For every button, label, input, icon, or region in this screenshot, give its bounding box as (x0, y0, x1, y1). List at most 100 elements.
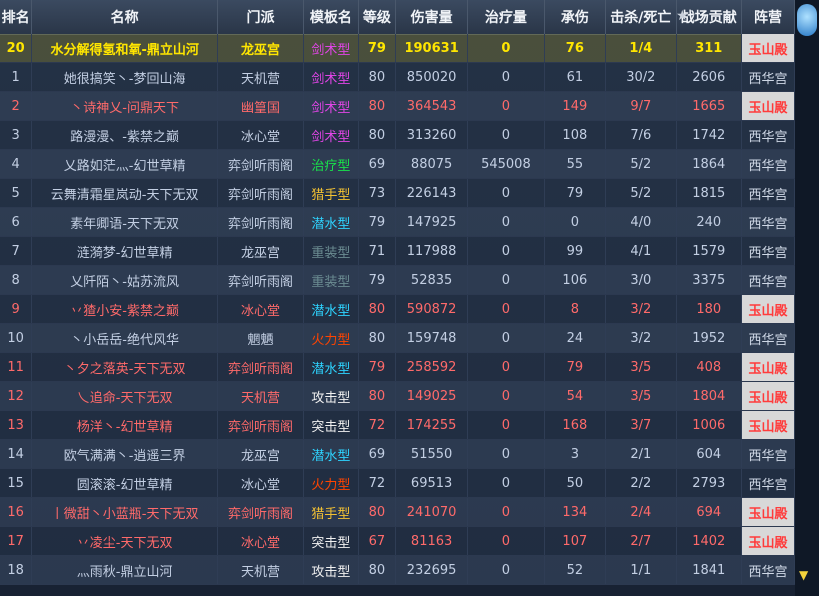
cell-heal: 0 (468, 63, 545, 91)
cell-heal: 0 (468, 353, 545, 381)
cell-heal: 0 (468, 527, 545, 555)
cell-template: 猎手型 (304, 179, 359, 207)
header-tank[interactable]: 承伤 (545, 0, 607, 34)
cell-heal: 0 (468, 440, 545, 468)
cell-heal: 0 (468, 556, 545, 584)
cell-damage: 52835 (396, 266, 469, 294)
cell-name: 欧气满满丶-逍遥三界 (32, 440, 218, 468)
cell-rank: 14 (0, 440, 33, 468)
cell-damage: 190631 (396, 34, 469, 62)
table-row[interactable]: 8 乂阡陌丶-姑苏流风 弈剑听雨阁 重装型 79 52835 0 106 3/0 3375 西华宫 (0, 266, 795, 295)
cell-contribution: 1815 (677, 179, 743, 207)
cell-camp: 西华宫 (742, 179, 795, 207)
cell-template: 治疗型 (304, 150, 359, 178)
cell-contribution: 1804 (677, 382, 743, 410)
cell-kd: 3/5 (606, 353, 677, 381)
cell-tank: 79 (545, 179, 607, 207)
cell-camp: 玉山殿 (742, 295, 795, 323)
header-kd[interactable]: 击杀/死亡 (606, 0, 677, 34)
cell-sect: 魍魉 (218, 324, 305, 352)
cell-contribution: 694 (677, 498, 743, 526)
cell-heal: 0 (468, 469, 545, 497)
table-row[interactable]: 9 丷猹小安-紫禁之巅 冰心堂 潜水型 80 590872 0 8 3/2 180 玉山殿 (0, 295, 795, 324)
cell-rank: 2 (0, 92, 33, 120)
cell-rank: 9 (0, 295, 33, 323)
cell-tank: 0 (545, 208, 607, 236)
header-damage[interactable]: 伤害量 (396, 0, 469, 34)
cell-level: 80 (359, 63, 396, 91)
table-row[interactable]: 16 丨微甜丶小蓝瓶-天下无双 弈剑听雨阁 猎手型 80 241070 0 134 2/4 694… (0, 498, 795, 527)
camp-badge: 西华宫 (748, 477, 788, 493)
table-row[interactable]: 18 灬雨秋-鼎立山河 天机营 攻击型 80 232695 0 52 1/1 1841 西华宫 (0, 556, 795, 585)
table-row[interactable]: 17 丷凌尘-天下无双 冰心堂 突击型 67 81163 0 107 2/7 1402 玉山殿 (0, 527, 795, 556)
cell-contribution: 2606 (677, 63, 743, 91)
cell-sect: 弈剑听雨阁 (218, 411, 305, 439)
table-row[interactable]: 11 丶夕之落英-天下无双 弈剑听雨阁 潜水型 79 258592 0 79 3/5 408 玉山殿 (0, 353, 795, 382)
cell-template: 剑术型 (304, 92, 359, 120)
cell-name: 圆滚滚-幻世草精 (32, 469, 218, 497)
table-row[interactable]: 2 丶诗神乂-问鼎天下 幽篁国 剑术型 80 364543 0 149 9/7 1665 玉山殿 (0, 92, 795, 121)
cell-contribution: 180 (677, 295, 743, 323)
cell-heal: 0 (468, 498, 545, 526)
cell-rank: 16 (0, 498, 33, 526)
cell-template: 剑术型 (304, 34, 359, 62)
header-heal[interactable]: 治疗量 (468, 0, 545, 34)
cell-name: 涟漪梦-幻世草精 (32, 237, 218, 265)
camp-badge: 西华宫 (748, 187, 788, 203)
cell-damage: 81163 (396, 527, 469, 555)
table-row[interactable]: 14 欧气满满丶-逍遥三界 龙巫宫 潜水型 69 51550 0 3 2/1 604 西华宫 (0, 440, 795, 469)
table-row-self[interactable]: 20 水分解得氢和氧-鼎立山河 龙巫宫 剑术型 79 190631 0 76 1/4 311 玉山殿 (0, 34, 795, 63)
table-row[interactable]: 1 她很搞笑丶-梦回山海 天机营 剑术型 80 850020 0 61 30/2 2606 西华宫 (0, 63, 795, 92)
camp-badge: 玉山殿 (748, 100, 788, 116)
cell-contribution: 604 (677, 440, 743, 468)
cell-sect: 弈剑听雨阁 (218, 179, 305, 207)
header-camp[interactable]: 阵营 (742, 0, 795, 34)
table-row[interactable]: 7 涟漪梦-幻世草精 龙巫宫 重装型 71 117988 0 99 4/1 1579 西华宫 (0, 237, 795, 266)
cell-camp: 玉山殿 (742, 34, 795, 62)
cell-heal: 0 (468, 179, 545, 207)
cell-sect: 幽篁国 (218, 92, 305, 120)
header-level[interactable]: 等级 (359, 0, 396, 34)
scroll-down-icon[interactable]: ▼ (799, 568, 808, 582)
cell-name: 杨洋丶-幻世草精 (32, 411, 218, 439)
cell-camp: 玉山殿 (742, 92, 795, 120)
cell-contribution: 1665 (677, 92, 743, 120)
cell-kd: 3/5 (606, 382, 677, 410)
cell-heal: 0 (468, 382, 545, 410)
scrollbar[interactable]: ▼ (795, 0, 819, 596)
cell-contribution: 311 (677, 34, 743, 62)
table-row[interactable]: 6 素年卿语-天下无双 弈剑听雨阁 潜水型 79 147925 0 0 4/0 240 西华宫 (0, 208, 795, 237)
table-row[interactable]: 10 丶小岳岳-绝代风华 魍魉 火力型 80 159748 0 24 3/2 1952 西华宫 (0, 324, 795, 353)
table-row[interactable]: 4 乂路如茫灬-幻世草精 弈剑听雨阁 治疗型 69 88075 545008 55 5/2 186… (0, 150, 795, 179)
header-name[interactable]: 名称 (32, 0, 218, 34)
camp-badge: 西华宫 (748, 245, 788, 261)
table-row[interactable]: 3 路漫漫、-紫禁之巅 冰心堂 剑术型 80 313260 0 108 7/6 1742 西华宫 (0, 121, 795, 150)
cell-level: 72 (359, 469, 396, 497)
cell-damage: 147925 (396, 208, 469, 236)
table-row[interactable]: 15 圆滚滚-幻世草精 冰心堂 火力型 72 69513 0 50 2/2 2793 西华宫 (0, 469, 795, 498)
camp-badge: 西华宫 (748, 158, 788, 174)
cell-sect: 冰心堂 (218, 295, 305, 323)
scroll-up-icon[interactable] (797, 4, 817, 36)
header-rank[interactable]: 排名 (0, 0, 33, 34)
cell-template: 火力型 (304, 469, 359, 497)
camp-badge: 玉山殿 (748, 506, 788, 522)
cell-template: 剑术型 (304, 63, 359, 91)
cell-kd: 30/2 (606, 63, 677, 91)
cell-tank: 79 (545, 353, 607, 381)
cell-damage: 850020 (396, 63, 469, 91)
cell-damage: 226143 (396, 179, 469, 207)
table-row[interactable]: 12 乀追命-天下无双 天机营 攻击型 80 149025 0 54 3/5 1804 玉山殿 (0, 382, 795, 411)
cell-kd: 2/4 (606, 498, 677, 526)
cell-sect: 弈剑听雨阁 (218, 208, 305, 236)
table-row[interactable]: 5 云舞清霜星岚动-天下无双 弈剑听雨阁 猎手型 73 226143 0 79 5/2 1815 西… (0, 179, 795, 208)
cell-level: 80 (359, 121, 396, 149)
cell-camp: 玉山殿 (742, 353, 795, 381)
cell-tank: 50 (545, 469, 607, 497)
cell-level: 69 (359, 150, 396, 178)
cell-tank: 8 (545, 295, 607, 323)
header-sect[interactable]: 门派 (218, 0, 305, 34)
header-template[interactable]: 模板名 (304, 0, 359, 34)
table-row[interactable]: 13 杨洋丶-幻世草精 弈剑听雨阁 突击型 72 174255 0 168 3/7 1006 玉山殿 (0, 411, 795, 440)
cell-camp: 西华宫 (742, 121, 795, 149)
